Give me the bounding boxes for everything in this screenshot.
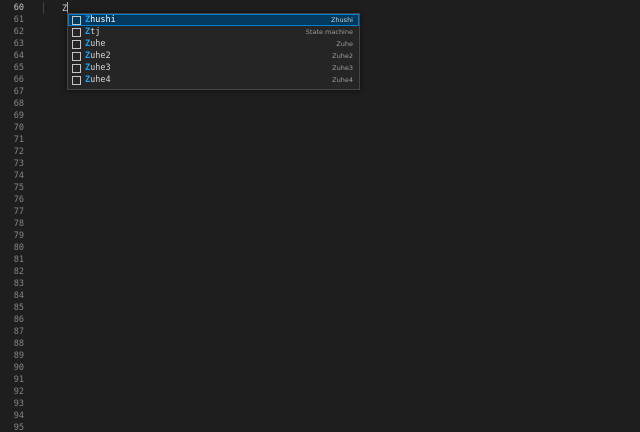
line-number: 95 [13,423,24,432]
line-number: 84 [13,291,24,301]
line-number: 94 [13,411,24,421]
line-number: 91 [13,375,24,385]
snippet-icon [72,63,81,73]
snippet-icon [72,51,81,61]
line-number: 80 [13,243,24,253]
suggestion-detail: Zuhe2 [332,52,353,60]
suggestion-item[interactable]: Zuhe3 Zuhe3 [68,62,359,74]
line-number: 68 [13,99,24,109]
suggestion-label: Zuhe3 [85,62,332,74]
suggestion-label: Zhushi [85,14,331,26]
line-number: 74 [13,171,24,181]
line-number: 82 [13,267,24,277]
suggestion-detail: Zuhe [336,40,353,48]
line-number: 62 [13,27,24,37]
line-number: 81 [13,255,24,265]
suggestion-detail: Zuhe3 [332,64,353,72]
line-number: 65 [13,63,24,73]
indent-guide [43,2,44,14]
suggestion-label: Ztj [85,26,306,38]
line-number: 93 [13,399,24,409]
line-number: 60 [13,3,24,13]
line-number: 88 [13,339,24,349]
suggestion-label: Zuhe [85,38,336,50]
suggestion-rest: hushi [90,15,116,25]
suggestion-detail: Zhushi [330,16,353,24]
suggestion-label: Zuhe2 [85,50,332,62]
snippet-icon [72,75,81,85]
line-number: 87 [13,327,24,337]
line-number: 67 [13,87,24,97]
line-number: 76 [13,195,24,205]
line-number: 73 [13,159,24,169]
line-number-gutter: 60 61 62 63 64 65 66 67 68 69 70 71 72 73 74 75 76 77 78 79… [0,2,28,432]
suggestion-rest: tj [90,27,101,37]
suggestion-detail: State machine [305,28,353,36]
text-cursor [67,2,69,13]
line-number: 92 [13,387,24,397]
line-number: 89 [13,351,24,361]
suggestion-rest: uhe2 [90,51,111,61]
suggestion-item[interactable]: Zuhe4 Zuhe4 [68,74,359,86]
line-number: 70 [13,123,24,133]
line-number: 78 [13,219,24,229]
line-number: 66 [13,75,24,85]
line-number: 64 [13,51,24,61]
line-number: 71 [13,135,24,145]
suggestion-rest: uhe4 [90,75,111,85]
line-number: 72 [13,147,24,157]
suggestion-item[interactable]: Zuhe Zuhe [68,38,359,50]
suggestion-item[interactable]: Ztj State machine [68,26,359,38]
line-number: 86 [13,315,24,325]
suggestion-label: Zuhe4 [85,74,332,86]
code-editor[interactable]: 60 61 62 63 64 65 66 67 68 69 70 71 72 73 74 75 76 77 78 79… [0,0,640,432]
suggestion-item[interactable]: Zhushi Zhushi [68,14,359,26]
snippet-icon [72,27,81,37]
line-number: 69 [13,111,24,121]
suggestion-rest: uhe [90,39,106,49]
line-number: 79 [13,231,24,241]
suggestion-detail: Zuhe4 [332,76,353,84]
snippet-icon [72,39,81,49]
suggestion-item[interactable]: Zuhe2 Zuhe2 [68,50,359,62]
line-number: 61 [13,15,24,25]
suggestion-widget[interactable]: Zhushi Zhushi Ztj State machine Zuhe Zuhe Zuhe… [67,13,360,90]
snippet-icon [72,15,81,25]
suggestion-rest: uhe3 [90,63,111,73]
line-number: 63 [13,39,24,49]
line-number: 83 [13,279,24,289]
line-number: 90 [13,363,24,373]
line-number: 85 [13,303,24,313]
line-number: 77 [13,207,24,217]
line-number: 75 [13,183,24,193]
